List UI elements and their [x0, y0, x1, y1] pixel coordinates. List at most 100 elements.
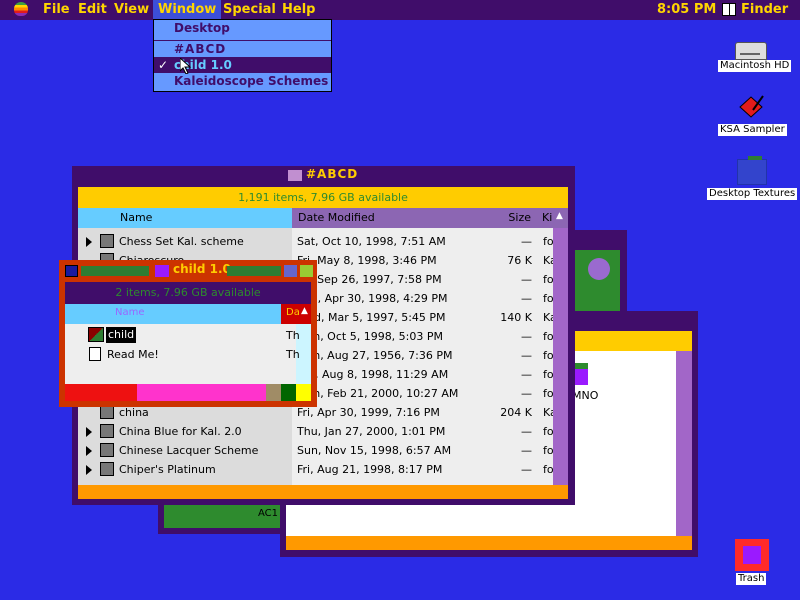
- column-kind-label: Ki: [542, 211, 553, 224]
- folder-icon: [155, 265, 169, 277]
- list-item[interactable]: child: [85, 326, 281, 345]
- child-window[interactable]: child 1.0 2 items, 7.96 GB available Nam…: [59, 260, 317, 407]
- item-size: —: [521, 292, 532, 305]
- column-header-name[interactable]: Name: [65, 304, 281, 324]
- collapse-box-icon[interactable]: [300, 265, 313, 277]
- column-name-label: Name: [115, 307, 145, 318]
- vertical-scrollbar[interactable]: [553, 228, 568, 485]
- table-row[interactable]: Chinese Lacquer Scheme Sun, Nov 15, 1998,…: [86, 441, 557, 460]
- desktop-icon-label[interactable]: Trash: [736, 573, 767, 585]
- list-item[interactable]: Read Me!: [85, 345, 281, 364]
- item-date: Sat, Aug 8, 1998, 11:29 AM: [297, 368, 449, 381]
- menu-item-kaleidoscope[interactable]: Kaleidoscope Schemes: [154, 73, 331, 89]
- table-row[interactable]: Chess Set Kal. scheme Sat, Oct 10, 1998, …: [86, 232, 557, 251]
- menu-item-label: Desktop: [174, 21, 230, 35]
- column-date-label: Date Modified: [298, 211, 375, 224]
- column-header-kind[interactable]: Ki ▲: [539, 208, 568, 228]
- disclosure-triangle-icon[interactable]: [86, 427, 92, 437]
- finder-icon: [722, 3, 736, 16]
- desktop-icon-label[interactable]: KSA Sampler: [718, 124, 787, 136]
- item-name[interactable]: Chess Set Kal. scheme: [119, 232, 289, 251]
- item-size: —: [521, 368, 532, 381]
- item-date: Thu, Apr 30, 1998, 4:29 PM: [297, 292, 448, 305]
- item-date: Wed, Mar 5, 1997, 5:45 PM: [297, 311, 446, 324]
- item-size: 204 K: [500, 406, 532, 419]
- item-name[interactable]: China Blue for Kal. 2.0: [119, 422, 289, 441]
- ksa-sampler-icon[interactable]: [738, 94, 764, 120]
- item-name[interactable]: Chiper's Platinum: [119, 460, 289, 479]
- sort-arrow-icon[interactable]: ▲: [556, 211, 563, 221]
- menu-edit[interactable]: Edit: [73, 0, 112, 20]
- checkmark-icon: ✓: [158, 58, 169, 72]
- horizontal-scrollbar[interactable]: [65, 384, 137, 401]
- item-date: Th: [286, 329, 300, 342]
- disclosure-triangle-icon[interactable]: [86, 237, 92, 247]
- item-date: Sun, Nov 15, 1998, 6:57 AM: [297, 444, 452, 457]
- file-icon: [100, 424, 114, 438]
- column-header-name[interactable]: Name: [78, 208, 292, 228]
- column-date-label: Da: [286, 307, 300, 318]
- trash-icon[interactable]: [735, 539, 769, 571]
- horizontal-scrollbar[interactable]: [78, 485, 568, 499]
- item-date: Fri, Sep 26, 1997, 7:58 PM: [297, 273, 442, 286]
- item-name[interactable]: Chinese Lacquer Scheme: [119, 441, 289, 460]
- item-date: Fri, Aug 21, 1998, 8:17 PM: [297, 463, 443, 476]
- apple-menu-icon[interactable]: [14, 2, 28, 16]
- menu-view[interactable]: View: [109, 0, 154, 20]
- item-date: Fri, May 8, 1998, 3:46 PM: [297, 254, 437, 267]
- scroll-arrow[interactable]: [266, 384, 281, 401]
- title-bar-stripe: [227, 266, 281, 276]
- item-size: —: [521, 273, 532, 286]
- item-date: Thu, Jan 27, 2000, 1:01 PM: [297, 425, 446, 438]
- file-icon: [100, 234, 114, 248]
- item-date: Mon, Feb 21, 2000, 10:27 AM: [297, 387, 459, 400]
- menubar-clock[interactable]: 8:05 PM: [652, 0, 721, 20]
- hard-drive-icon[interactable]: [735, 42, 767, 60]
- item-date: Mon, Aug 27, 1956, 7:36 PM: [297, 349, 453, 362]
- window-title: #ABCD: [306, 167, 359, 181]
- desktop-icon-label[interactable]: Macintosh HD: [718, 60, 792, 72]
- item-size: —: [521, 444, 532, 457]
- column-name-label: Name: [120, 211, 153, 224]
- item-date: Mon, Oct 5, 1998, 5:03 PM: [297, 330, 444, 343]
- item-name[interactable]: child: [106, 327, 137, 343]
- item-size: —: [521, 235, 532, 248]
- zoom-box-icon[interactable]: [284, 265, 297, 277]
- item-date: Fri, Apr 30, 1999, 7:16 PM: [297, 406, 440, 419]
- menu-help[interactable]: Help: [277, 0, 320, 20]
- scroll-arrow[interactable]: [281, 384, 296, 401]
- scroll-track[interactable]: [137, 384, 266, 401]
- partial-text: MNO: [572, 389, 599, 402]
- status-bar: 1,191 items, 7.96 GB available: [78, 187, 568, 208]
- item-size: —: [521, 463, 532, 476]
- disclosure-triangle-icon[interactable]: [86, 465, 92, 475]
- menu-item-abcd[interactable]: #ABCD: [154, 41, 331, 57]
- menu-window[interactable]: Window: [153, 0, 222, 20]
- item-name[interactable]: Read Me!: [107, 345, 159, 364]
- table-row[interactable]: Chiper's Platinum Fri, Aug 21, 1998, 8:17…: [86, 460, 557, 479]
- close-box-icon[interactable]: [65, 265, 78, 277]
- file-icon: [100, 405, 114, 419]
- item-size: —: [521, 425, 532, 438]
- menu-file[interactable]: File: [38, 0, 75, 20]
- column-header-date[interactable]: Date Modified Size: [292, 208, 539, 228]
- scrollbar[interactable]: [676, 351, 692, 536]
- menu-item-desktop[interactable]: Desktop: [154, 20, 331, 36]
- table-row[interactable]: China Blue for Kal. 2.0 Thu, Jan 27, 2000…: [86, 422, 557, 441]
- horizontal-scrollbar[interactable]: [286, 536, 692, 550]
- folder-icon[interactable]: [737, 156, 767, 185]
- window-title: child 1.0: [173, 262, 231, 276]
- grow-box[interactable]: [296, 384, 311, 401]
- partial-text: AC1: [258, 508, 279, 519]
- menu-bar: File Edit View Window Special Help 8:05 …: [0, 0, 800, 20]
- disclosure-triangle-icon[interactable]: [86, 446, 92, 456]
- application-menu[interactable]: Finder: [736, 0, 793, 20]
- item-size: —: [521, 387, 532, 400]
- menu-item-label: #ABCD: [174, 42, 227, 56]
- title-bar[interactable]: #ABCD: [72, 166, 575, 186]
- menu-special[interactable]: Special: [218, 0, 281, 20]
- title-bar-stripe: [81, 266, 149, 276]
- sort-arrow-icon[interactable]: ▲: [301, 306, 308, 316]
- desktop-icon-label[interactable]: Desktop Textures: [707, 188, 798, 200]
- column-header-date[interactable]: Da ▲: [281, 304, 311, 324]
